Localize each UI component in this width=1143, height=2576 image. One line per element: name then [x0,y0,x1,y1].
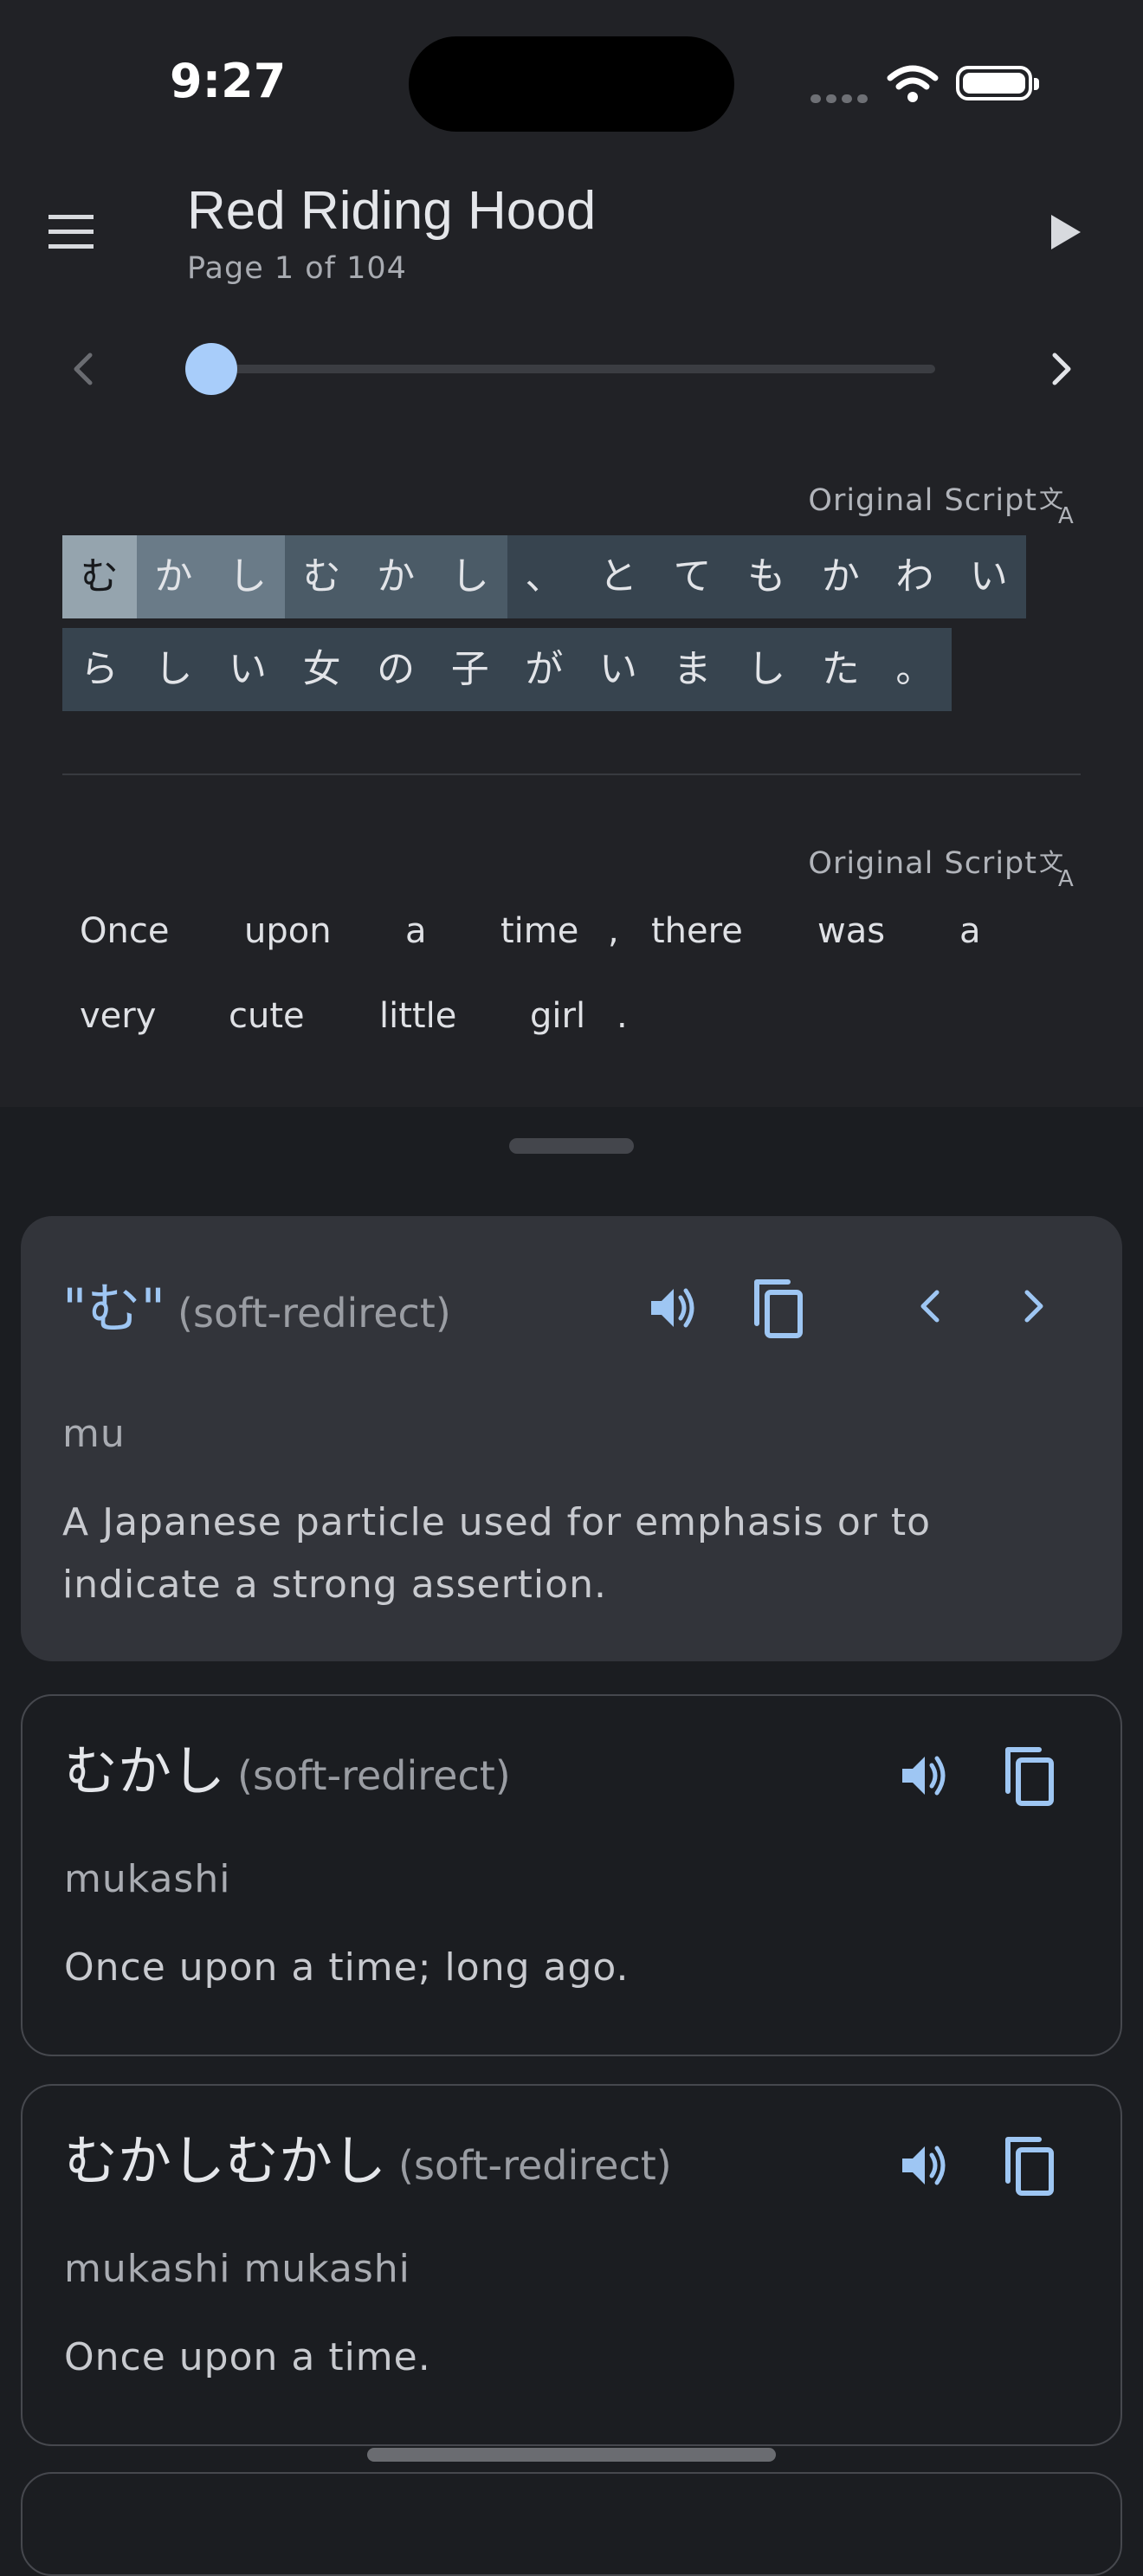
speaker-icon[interactable] [646,1280,701,1339]
menu-icon[interactable] [45,213,100,255]
previous-page-icon[interactable] [68,350,99,392]
japanese-char[interactable]: む [62,535,137,618]
japanese-char[interactable]: 子 [432,628,507,711]
previous-entry-icon[interactable] [914,1284,946,1332]
japanese-char[interactable]: し [729,628,804,711]
battery-icon [956,66,1039,100]
japanese-char[interactable]: 女 [284,628,359,711]
japanese-char[interactable]: も [729,535,804,618]
page-slider-thumb[interactable] [185,343,237,395]
translation-word[interactable]: very [80,996,156,1036]
status-time: 9:27 [170,54,287,108]
entry-word: むかし [64,1739,226,1803]
speaker-icon[interactable] [897,2138,953,2197]
japanese-char[interactable]: む [284,535,359,618]
copy-icon[interactable] [1001,1744,1058,1812]
japanese-char[interactable]: ら [62,628,137,711]
dynamic-island [409,36,734,132]
home-indicator[interactable] [367,2448,776,2462]
dictionary-entry-card[interactable]: むかし (soft-redirect) mukashi Once upon a t… [21,1694,1122,2056]
entry-definition: Once upon a time; long ago. [64,1945,630,1990]
translation-word[interactable]: was [817,911,885,951]
dictionary-entry-card[interactable] [21,2472,1122,2576]
translation-word[interactable]: little [379,996,456,1036]
svg-text:A: A [1058,503,1074,527]
japanese-char[interactable]: か [803,535,878,618]
entry-tag: (soft-redirect) [178,1290,451,1337]
entry-romanization: mu [62,1412,126,1456]
japanese-line-2: ら し い 女 の 子 が い ま し た 。 [62,628,953,711]
entry-word: むかしむかし [64,2129,387,2192]
japanese-char[interactable]: い [952,535,1026,618]
japanese-char[interactable]: の [358,628,433,711]
entry-heading: むかし (soft-redirect) [64,1727,511,1805]
translate-icon[interactable]: 文 A [1039,848,1081,893]
translate-icon[interactable]: 文 A [1039,485,1081,530]
speaker-icon[interactable] [897,1748,953,1807]
translation-word[interactable]: a [405,911,427,951]
dictionary-entry-card[interactable]: "む" (soft-redirect) mu A Japanese particl… [21,1216,1122,1661]
dictionary-sheet: "む" (soft-redirect) mu A Japanese particl… [0,1185,1143,2576]
japanese-char[interactable]: 。 [877,628,953,711]
wifi-icon [887,64,939,107]
japanese-line-1: む か し む か し 、 と て も か わ い [62,535,1026,618]
entry-tag: (soft-redirect) [398,2142,672,2189]
cellular-signal-icon [810,90,873,107]
translation-word[interactable]: cute [229,996,305,1036]
entry-heading: むかしむかし (soft-redirect) [64,2117,672,2195]
japanese-char[interactable]: し [136,628,211,711]
translation-script-label: Original Script [808,846,1037,881]
entry-romanization: mukashi [64,1857,231,1901]
next-page-icon[interactable] [1046,350,1077,392]
copy-icon[interactable] [750,1277,807,1344]
page-indicator: Page 1 of 104 [187,251,407,286]
translation-word[interactable]: there [651,911,743,951]
entry-heading: "む" (soft-redirect) [62,1265,451,1343]
translation-word[interactable]: time [500,911,578,951]
svg-text:A: A [1058,866,1074,890]
japanese-char[interactable]: て [655,535,730,618]
japanese-char[interactable]: し [210,535,285,618]
japanese-char[interactable]: か [358,535,433,618]
japanese-char[interactable]: い [581,628,655,711]
original-script-label: Original Script [808,483,1037,518]
japanese-char[interactable]: ま [655,628,730,711]
japanese-char[interactable]: し [432,535,507,618]
translation-word[interactable]: a [959,911,981,951]
entry-word: "む" [62,1277,166,1340]
translation-word[interactable]: girl [530,996,585,1036]
entry-definition: Once upon a time. [64,2335,431,2379]
next-entry-icon[interactable] [1018,1284,1049,1332]
japanese-char[interactable]: 、 [507,535,582,618]
japanese-char[interactable]: か [136,535,211,618]
dictionary-entry-card[interactable]: むかしむかし (soft-redirect) mukashi mukashi On… [21,2084,1122,2446]
translation-word[interactable]: Once [80,911,169,951]
japanese-char[interactable]: い [210,628,285,711]
japanese-char[interactable]: た [803,628,878,711]
section-divider [62,773,1081,775]
entry-romanization: mukashi mukashi [64,2247,410,2291]
entry-tag: (soft-redirect) [237,1752,511,1799]
translation-word[interactable]: . [617,996,628,1036]
translation-word[interactable]: upon [244,911,332,951]
japanese-char[interactable]: が [507,628,582,711]
translation-word[interactable]: , [608,911,619,951]
copy-icon[interactable] [1001,2134,1058,2202]
book-title: Red Riding Hood [187,181,597,241]
sheet-drag-handle[interactable] [509,1138,634,1154]
play-icon[interactable] [1046,213,1084,255]
japanese-char[interactable]: と [581,535,655,618]
entry-definition: A Japanese particle used for emphasis or… [62,1500,932,1607]
page-slider-track[interactable] [211,365,935,373]
japanese-char[interactable]: わ [877,535,953,618]
